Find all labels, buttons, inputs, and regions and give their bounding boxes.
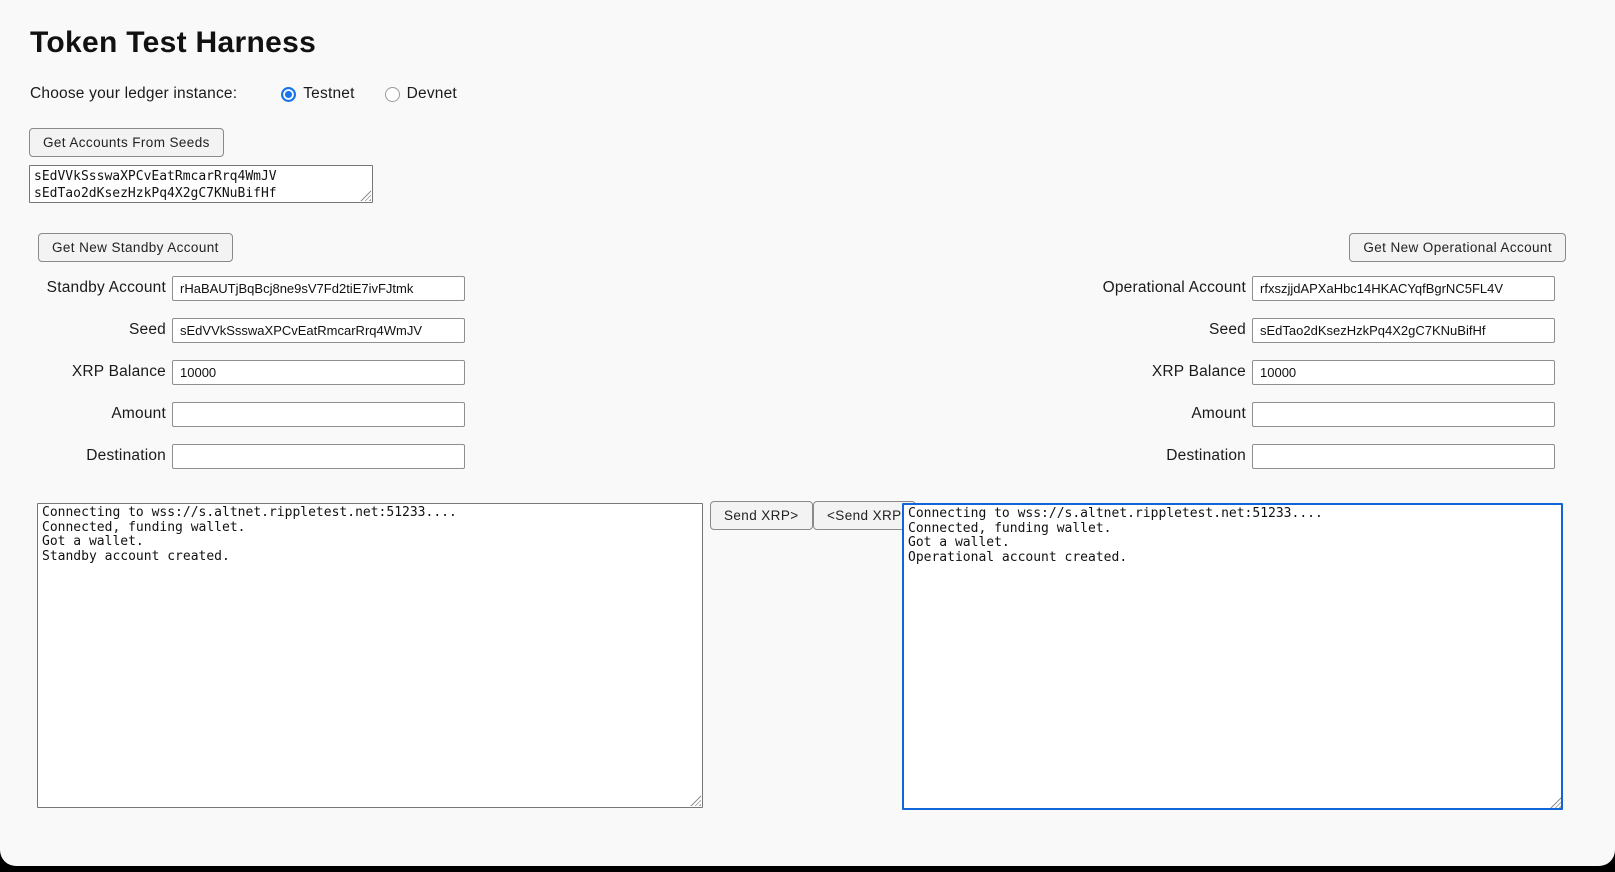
standby-destination-label: Destination <box>38 447 172 465</box>
standby-account-row: Standby Account <box>38 275 465 301</box>
standby-seed-input[interactable] <box>172 318 465 343</box>
operational-account-row: Operational Account <box>1060 275 1555 301</box>
operational-account-input[interactable] <box>1252 276 1555 301</box>
standby-amount-input[interactable] <box>172 402 465 427</box>
operational-seed-input[interactable] <box>1252 318 1555 343</box>
standby-seed-row: Seed <box>38 317 465 343</box>
ledger-instance-chooser: Choose your ledger instance: Testnet Dev… <box>30 85 487 103</box>
operational-form: Operational Account Seed XRP Balance Amo… <box>1060 275 1555 485</box>
operational-amount-input[interactable] <box>1252 402 1555 427</box>
send-xrp-left-button[interactable]: <Send XRP <box>813 501 916 530</box>
standby-account-label: Standby Account <box>38 279 172 297</box>
get-new-standby-account-button[interactable]: Get New Standby Account <box>38 233 233 262</box>
devnet-radio-icon[interactable] <box>385 87 400 102</box>
operational-xrp-balance-label: XRP Balance <box>1060 363 1252 381</box>
radio-option-testnet[interactable]: Testnet <box>281 85 354 103</box>
get-new-operational-account-button[interactable]: Get New Operational Account <box>1349 233 1566 262</box>
operational-destination-label: Destination <box>1060 447 1252 465</box>
operational-seed-row: Seed <box>1060 317 1555 343</box>
operational-log-textarea[interactable]: Connecting to wss://s.altnet.rippletest.… <box>902 503 1563 810</box>
operational-account-label: Operational Account <box>1060 279 1252 297</box>
operational-amount-row: Amount <box>1060 401 1555 427</box>
standby-amount-row: Amount <box>38 401 465 427</box>
operational-destination-input[interactable] <box>1252 444 1555 469</box>
standby-xrp-balance-label: XRP Balance <box>38 363 172 381</box>
seeds-textarea[interactable]: sEdVVkSsswaXPCvEatRmcarRrq4WmJV sEdTao2d… <box>29 165 373 203</box>
testnet-radio-label: Testnet <box>303 85 354 103</box>
standby-account-input[interactable] <box>172 276 465 301</box>
testnet-radio-icon[interactable] <box>281 87 296 102</box>
standby-xrp-balance-input[interactable] <box>172 360 465 385</box>
page-title: Token Test Harness <box>30 26 316 60</box>
standby-form: Standby Account Seed XRP Balance Amount … <box>38 275 465 485</box>
standby-destination-input[interactable] <box>172 444 465 469</box>
standby-amount-label: Amount <box>38 405 172 423</box>
operational-log-wrap: Connecting to wss://s.altnet.rippletest.… <box>902 503 1563 810</box>
operational-amount-label: Amount <box>1060 405 1252 423</box>
ledger-instance-label: Choose your ledger instance: <box>30 85 237 103</box>
token-test-harness-page: Token Test Harness Choose your ledger in… <box>0 0 1615 866</box>
get-accounts-from-seeds-button[interactable]: Get Accounts From Seeds <box>29 128 224 157</box>
devnet-radio-label: Devnet <box>407 85 457 103</box>
standby-destination-row: Destination <box>38 443 465 469</box>
standby-log-textarea[interactable]: Connecting to wss://s.altnet.rippletest.… <box>37 503 703 808</box>
standby-balance-row: XRP Balance <box>38 359 465 385</box>
standby-log-wrap: Connecting to wss://s.altnet.rippletest.… <box>37 503 703 808</box>
seeds-textarea-wrap: sEdVVkSsswaXPCvEatRmcarRrq4WmJV sEdTao2d… <box>29 165 373 203</box>
operational-balance-row: XRP Balance <box>1060 359 1555 385</box>
operational-xrp-balance-input[interactable] <box>1252 360 1555 385</box>
send-xrp-right-button[interactable]: Send XRP> <box>710 501 813 530</box>
operational-destination-row: Destination <box>1060 443 1555 469</box>
operational-seed-label: Seed <box>1060 321 1252 339</box>
radio-option-devnet[interactable]: Devnet <box>385 85 457 103</box>
standby-seed-label: Seed <box>38 321 172 339</box>
